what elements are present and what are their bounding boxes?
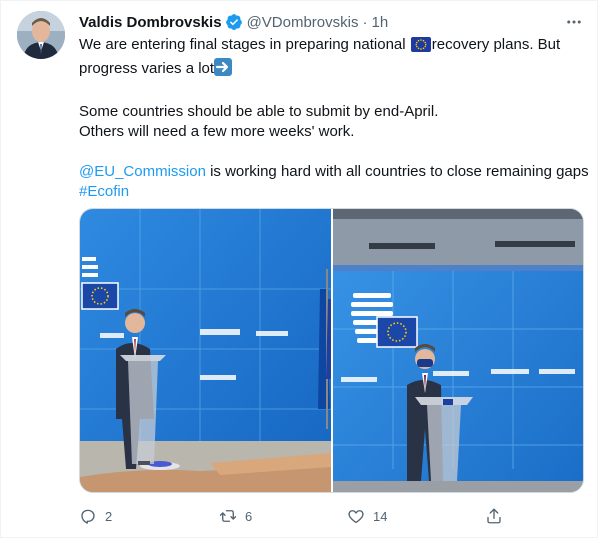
photo-1-image [80,209,331,492]
eu-flag-emoji [410,37,431,58]
avatar[interactable] [17,11,65,59]
more-horizontal-icon[interactable] [561,9,587,35]
reply-count: 2 [105,508,113,524]
tweet-text-segment: We are entering final stages in preparin… [79,36,406,53]
mention-link[interactable]: @EU_Commission [79,163,206,180]
author-handle[interactable]: @VDombrovskis [247,14,359,31]
like-count: 14 [373,508,388,524]
hashtag-link[interactable]: #Ecofin [79,183,129,200]
tweet-text: We are entering final stages in preparin… [79,35,589,202]
retweet-count: 6 [245,508,253,524]
tweet-line-4: Others will need a few more weeks' work. [79,123,355,140]
retweet-button[interactable]: 6 [211,501,252,531]
tweet-card[interactable]: Valdis Dombrovskis @VDombrovskis · 1h We… [0,0,598,538]
photo-2-image [333,209,583,492]
share-button[interactable] [477,501,511,531]
author-name[interactable]: Valdis Dombrovskis [79,14,222,31]
tweet-line-5: @EU_Commission is working hard with all … [79,162,589,182]
tweet-actions: 2 6 14 [71,501,511,531]
tweet-text-segment: progress varies a lot [79,60,215,77]
reply-button[interactable]: 2 [71,501,112,531]
media-grid [79,208,584,493]
heart-icon [339,501,373,531]
tweet-line-3: Some countries should be able to submit … [79,103,439,120]
avatar-image [17,11,65,59]
tweet-text-segment: is working hard with all countries to cl… [205,163,589,180]
tweet-line-6: #Ecofin [79,182,589,202]
tweet-line-2: progress varies a lot [79,58,589,82]
right-arrow-emoji [214,58,233,82]
photo-1[interactable] [80,209,331,492]
like-button[interactable]: 14 [339,501,387,531]
tweet-line-1: We are entering final stages in preparin… [79,35,589,58]
retweet-icon [211,501,245,531]
verified-badge-icon [225,13,243,31]
tweet-text-segment: recovery plans. But [431,36,561,53]
photo-2[interactable] [333,209,583,492]
tweet-timestamp[interactable]: 1h [371,14,388,31]
separator-dot: · [362,13,368,31]
reply-icon [71,501,105,531]
tweet-header: Valdis Dombrovskis @VDombrovskis · 1h [79,11,581,33]
share-icon [477,501,511,531]
